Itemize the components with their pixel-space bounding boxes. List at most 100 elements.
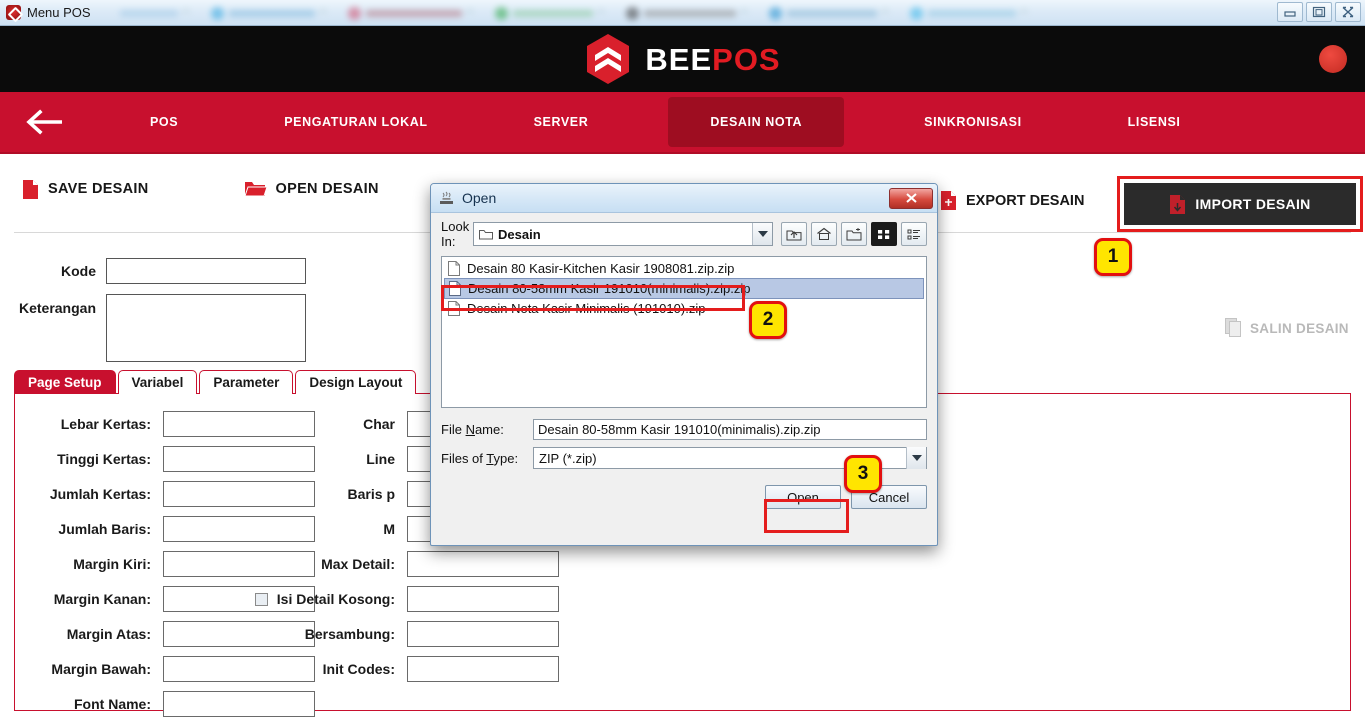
kode-row: Kode — [0, 256, 330, 286]
close-button[interactable] — [1335, 2, 1361, 22]
tab-label: Parameter — [213, 375, 280, 390]
tab-label: Page Setup — [28, 375, 102, 390]
main-nav: POS PENGATURAN LOKAL SERVER DESAIN NOTA … — [0, 92, 1365, 154]
nav-item-pos[interactable]: POS — [124, 99, 204, 145]
look-in-dropdown-arrow[interactable] — [752, 223, 772, 245]
keterangan-input[interactable] — [106, 294, 306, 362]
new-folder-icon[interactable] — [841, 222, 867, 246]
nav-label: PENGATURAN LOKAL — [284, 115, 428, 129]
save-desain-label: SAVE DESAIN — [48, 181, 149, 197]
look-in-value: Desain — [498, 226, 541, 242]
field-label: Baris p — [347, 486, 395, 502]
field-max-detail: Max Detail: — [255, 551, 559, 577]
step-badge-2: 2 — [749, 301, 787, 339]
nav-item-sinkronisasi[interactable]: SINKRONISASI — [898, 99, 1048, 145]
kode-label: Kode — [61, 263, 96, 279]
list-item[interactable]: Desain 80-58mm Kasir 191010(minimalis).z… — [444, 278, 924, 299]
look-in-combobox[interactable]: Desain — [473, 222, 773, 246]
look-in-value-wrap: Desain — [474, 227, 541, 242]
list-item[interactable]: Desain Nota Kasir Minimalis (191010).zip — [444, 299, 924, 318]
field-bersambung: Bersambung: — [255, 621, 559, 647]
step-badge-2-label: 2 — [762, 309, 774, 330]
look-in-label: Look In: — [441, 219, 470, 249]
nav-item-desain-nota[interactable]: DESAIN NOTA — [668, 97, 845, 147]
dialog-close-button[interactable] — [889, 187, 933, 209]
file-name-input[interactable]: Desain 80-58mm Kasir 191010(minimalis).z… — [533, 418, 927, 440]
kode-input[interactable] — [106, 258, 306, 284]
files-of-type-dropdown-arrow[interactable] — [906, 447, 926, 469]
nav-item-lisensi[interactable]: LISENSI — [1102, 99, 1207, 145]
keterangan-label: Keterangan — [18, 300, 96, 316]
files-of-type-label-mnemonic: T — [486, 450, 494, 466]
field-label: Margin Kiri: — [73, 556, 151, 572]
close-x-icon — [905, 193, 917, 203]
list-item[interactable]: Desain 80 Kasir-Kitchen Kasir 1908081.zi… — [444, 259, 924, 278]
file-name-label-mnemonic: N — [465, 421, 475, 437]
open-button-label: Open — [787, 489, 819, 505]
field-init-codes: Init Codes: — [255, 656, 559, 682]
brand-text-bee: BEE — [645, 41, 713, 77]
nav-label: DESAIN NOTA — [710, 115, 803, 129]
nav-label: SINKRONISASI — [924, 115, 1022, 129]
home-icon[interactable] — [811, 222, 837, 246]
arrow-left-icon — [26, 109, 62, 135]
dialog-title-bar: Open — [431, 184, 937, 213]
tab-parameter[interactable]: Parameter — [199, 370, 294, 394]
step-badge-3-label: 3 — [857, 463, 869, 484]
field-label: Line — [366, 451, 395, 467]
field-label: Margin Atas: — [66, 626, 151, 642]
step-badge-3: 3 — [844, 455, 882, 493]
file-list[interactable]: Desain 80 Kasir-Kitchen Kasir 1908081.zi… — [441, 256, 927, 408]
list-view-icon[interactable] — [871, 222, 897, 246]
salin-desain-label: SALIN DESAIN — [1250, 320, 1349, 336]
dialog-title: Open — [462, 190, 497, 206]
field-label: Font Name: — [74, 696, 151, 712]
file-name-label-pre: File — [441, 421, 466, 437]
beepos-icon — [6, 5, 21, 20]
bersambung-input[interactable] — [407, 621, 559, 647]
isi-detail-kosong-checkbox[interactable] — [255, 592, 268, 606]
tab-label: Design Layout — [309, 375, 403, 390]
avatar[interactable] — [1319, 45, 1347, 73]
up-one-level-icon[interactable] — [781, 222, 807, 246]
file-name-value: Desain 80-58mm Kasir 191010(minimalis).z… — [538, 421, 821, 437]
nav-item-pengaturan-lokal[interactable]: PENGATURAN LOKAL — [258, 99, 453, 145]
import-desain-label: IMPORT DESAIN — [1195, 196, 1311, 212]
field-label: Margin Kanan: — [53, 591, 151, 607]
file-name: Desain Nota Kasir Minimalis (191010).zip — [467, 301, 706, 316]
field-label: Jumlah Baris: — [58, 521, 151, 537]
export-desain-button[interactable]: EXPORT DESAIN — [940, 190, 1084, 211]
restore-button[interactable] — [1306, 2, 1332, 22]
isi-detail-kosong-input[interactable] — [407, 586, 559, 612]
file-name: Desain 80-58mm Kasir 191010(minimalis).z… — [468, 281, 751, 296]
tab-page-setup[interactable]: Page Setup — [14, 370, 116, 394]
open-button[interactable]: Open — [765, 485, 841, 509]
minimize-button[interactable] — [1277, 2, 1303, 22]
dialog-view-toolbar — [781, 222, 927, 246]
background-browser-tabs — [120, 0, 1235, 26]
tab-design-layout[interactable]: Design Layout — [295, 370, 417, 394]
back-button[interactable] — [0, 91, 88, 153]
window-title-bar: Menu POS — [0, 0, 1365, 26]
step-badge-1: 1 — [1094, 238, 1132, 276]
field-label: Init Codes: — [322, 661, 395, 677]
field-font-name: Font Name: — [1, 691, 315, 717]
file-icon — [448, 301, 460, 316]
details-view-icon[interactable] — [901, 222, 927, 246]
tab-variabel[interactable]: Variabel — [117, 370, 198, 394]
init-codes-input[interactable] — [407, 656, 559, 682]
field-label: Bersambung: — [304, 626, 395, 642]
import-desain-button[interactable]: IMPORT DESAIN — [1124, 183, 1356, 225]
nav-label: POS — [150, 115, 179, 129]
font-name-input[interactable] — [163, 691, 315, 717]
file-red-icon — [23, 179, 38, 199]
salin-desain-button[interactable]: SALIN DESAIN — [1225, 318, 1349, 338]
save-desain-button[interactable]: SAVE DESAIN — [22, 179, 149, 200]
max-detail-input[interactable] — [407, 551, 559, 577]
folder-open-red-icon — [244, 182, 267, 197]
field-isi-detail-kosong: Isi Detail Kosong: — [255, 586, 559, 612]
nav-item-server[interactable]: SERVER — [508, 99, 615, 145]
window-title: Menu POS — [27, 5, 91, 20]
files-of-type-label-pre: Files of — [441, 450, 487, 466]
open-desain-button[interactable]: OPEN DESAIN — [244, 180, 379, 198]
